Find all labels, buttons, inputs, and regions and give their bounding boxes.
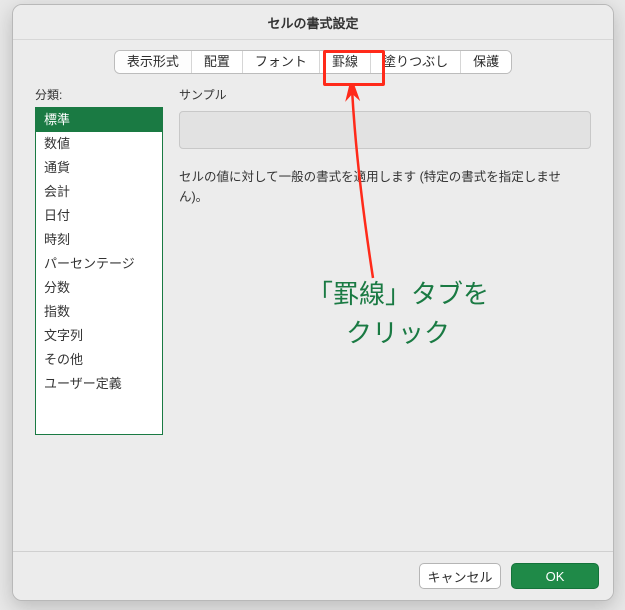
tab-alignment[interactable]: 配置 (192, 51, 243, 73)
dialog-title: セルの書式設定 (267, 13, 358, 32)
category-item-custom[interactable]: ユーザー定義 (36, 372, 162, 396)
category-item-scientific[interactable]: 指数 (36, 300, 162, 324)
category-item-accounting[interactable]: 会計 (36, 180, 162, 204)
tab-fill[interactable]: 塗りつぶし (371, 51, 461, 73)
sample-preview (179, 111, 591, 149)
cancel-button[interactable]: キャンセル (419, 563, 501, 589)
category-item-number[interactable]: 数値 (36, 132, 162, 156)
category-list[interactable]: 標準 数値 通貨 会計 日付 時刻 パーセンテージ 分数 指数 文字列 その他 … (35, 107, 163, 435)
format-description: セルの値に対して一般の書式を適用します (特定の書式を指定しません)。 (179, 167, 591, 207)
tab-segmented-control: 表示形式 配置 フォント 罫線 塗りつぶし 保護 (114, 50, 512, 74)
category-item-special[interactable]: その他 (36, 348, 162, 372)
category-item-date[interactable]: 日付 (36, 204, 162, 228)
dialog-titlebar: セルの書式設定 (13, 5, 613, 40)
tab-bar: 表示形式 配置 フォント 罫線 塗りつぶし 保護 (13, 40, 613, 82)
category-item-time[interactable]: 時刻 (36, 228, 162, 252)
sample-label: サンプル (179, 86, 591, 103)
category-item-text[interactable]: 文字列 (36, 324, 162, 348)
tab-number-format[interactable]: 表示形式 (115, 51, 192, 73)
dialog-footer: キャンセル OK (13, 551, 613, 600)
category-item-fraction[interactable]: 分数 (36, 276, 162, 300)
category-label: 分類: (35, 86, 163, 103)
ok-button[interactable]: OK (511, 563, 599, 589)
category-item-standard[interactable]: 標準 (36, 108, 162, 132)
category-item-currency[interactable]: 通貨 (36, 156, 162, 180)
tab-border[interactable]: 罫線 (320, 51, 371, 73)
tab-protection[interactable]: 保護 (461, 51, 511, 73)
category-item-percentage[interactable]: パーセンテージ (36, 252, 162, 276)
format-cells-dialog: セルの書式設定 表示形式 配置 フォント 罫線 塗りつぶし 保護 分類: 標準 … (12, 4, 614, 601)
tab-font[interactable]: フォント (243, 51, 320, 73)
